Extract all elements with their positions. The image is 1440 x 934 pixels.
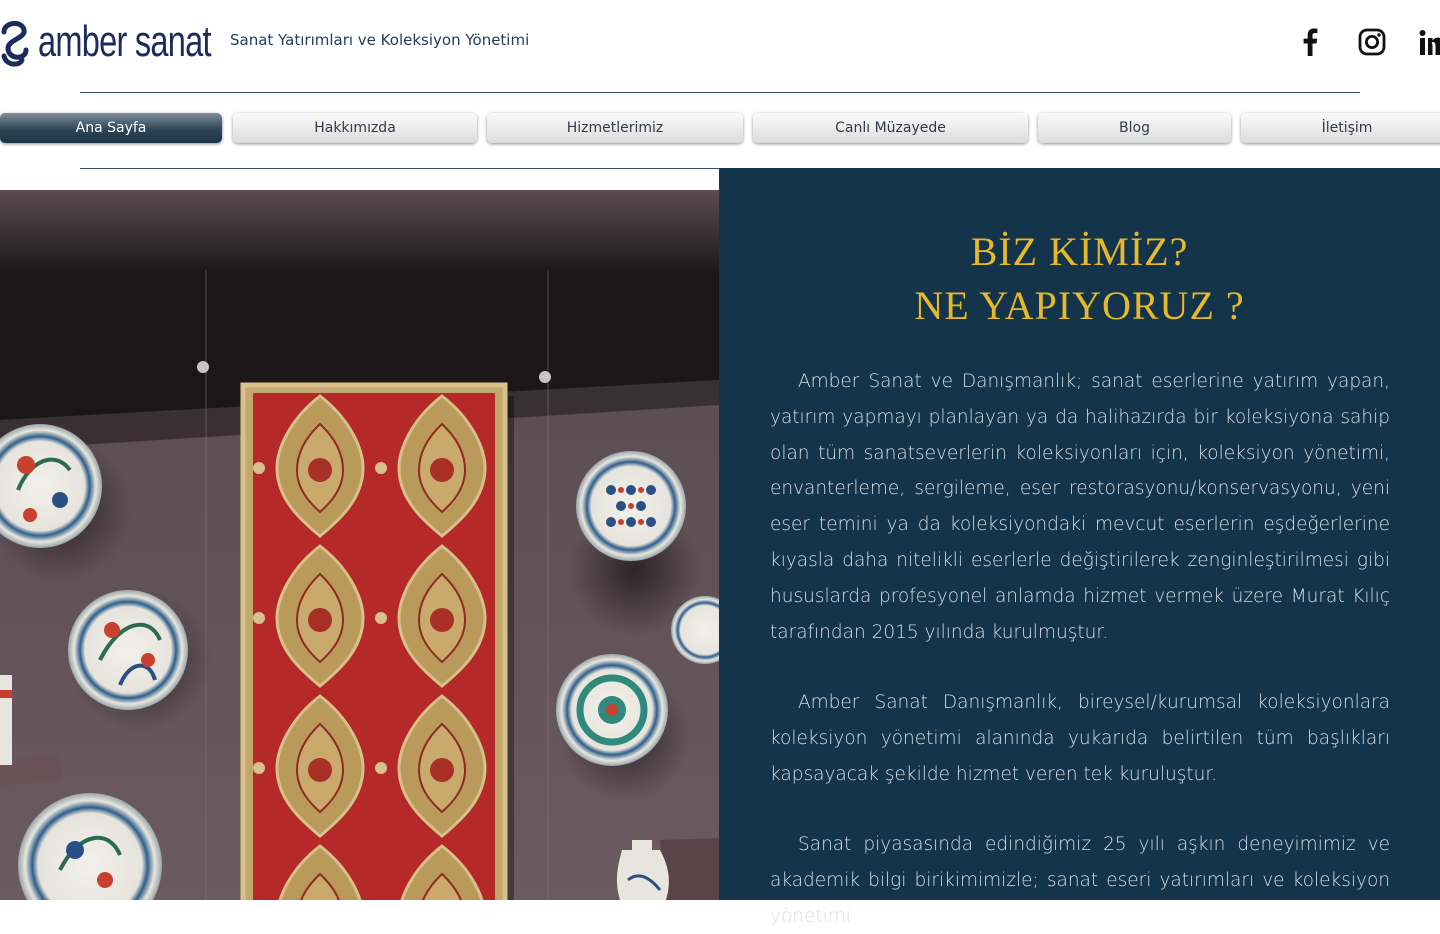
about-paragraph-3: Sanat piyasasında edindiğimiz 25 yılı aş… <box>770 834 1390 927</box>
about-paragraph-2: Amber Sanat Danışmanlık, bireysel/kurums… <box>770 692 1390 785</box>
tagline: Sanat Yatırımları ve Koleksiyon Yönetimi <box>230 31 530 49</box>
about-title-line1: BİZ KİMİZ? <box>970 229 1189 274</box>
nav-item-hakkimizda[interactable]: Hakkımızda <box>233 113 477 143</box>
nav-item-canli-muzayede[interactable]: Canlı Müzayede <box>753 113 1028 143</box>
about-panel: BİZ KİMİZ? NE YAPIYORUZ ? Amber Sanat ve… <box>719 168 1440 927</box>
amber-sanat-logo-icon <box>1 21 29 67</box>
about-paragraph-1: Amber Sanat ve Danışmanlık; sanat eserle… <box>770 371 1390 643</box>
facebook-icon[interactable] <box>1296 26 1324 58</box>
main-nav: Ana Sayfa Hakkımızda Hizmetlerimiz Canlı… <box>0 113 1440 145</box>
nav-item-hizmetlerimiz[interactable]: Hizmetlerimiz <box>487 113 743 143</box>
logo-text: amber sanat <box>38 17 212 66</box>
header-divider <box>80 92 1360 93</box>
about-title-line2: NE YAPIYORUZ ? <box>914 283 1245 328</box>
site-header: amber sanat Sanat Yatırımları ve Koleksi… <box>0 0 1440 92</box>
museum-display-photo <box>0 190 719 900</box>
linkedin-icon[interactable] <box>1418 26 1440 58</box>
nav-item-ana-sayfa[interactable]: Ana Sayfa <box>0 113 222 143</box>
instagram-icon[interactable] <box>1356 26 1388 58</box>
nav-item-iletisim[interactable]: İletişim <box>1241 113 1440 143</box>
nav-item-blog[interactable]: Blog <box>1038 113 1231 143</box>
